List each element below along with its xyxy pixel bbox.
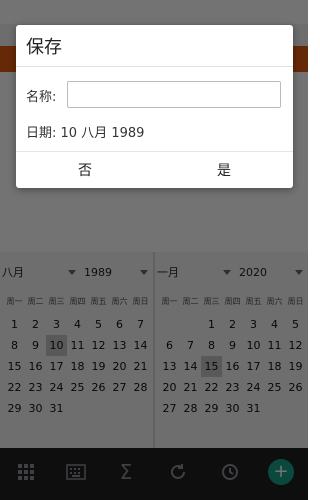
date-line: 日期: 10 八月 1989	[26, 122, 144, 141]
save-dialog: 保存 名称: 日期: 10 八月 1989 否 是	[16, 25, 293, 188]
dialog-divider	[16, 66, 293, 67]
no-button[interactable]: 否	[16, 152, 154, 188]
date-label: 日期:	[26, 126, 57, 141]
name-label: 名称:	[26, 90, 57, 105]
dialog-title: 保存	[26, 37, 62, 58]
yes-button[interactable]: 是	[155, 152, 293, 188]
name-input[interactable]	[67, 81, 281, 108]
date-value: 10 八月 1989	[60, 126, 145, 141]
